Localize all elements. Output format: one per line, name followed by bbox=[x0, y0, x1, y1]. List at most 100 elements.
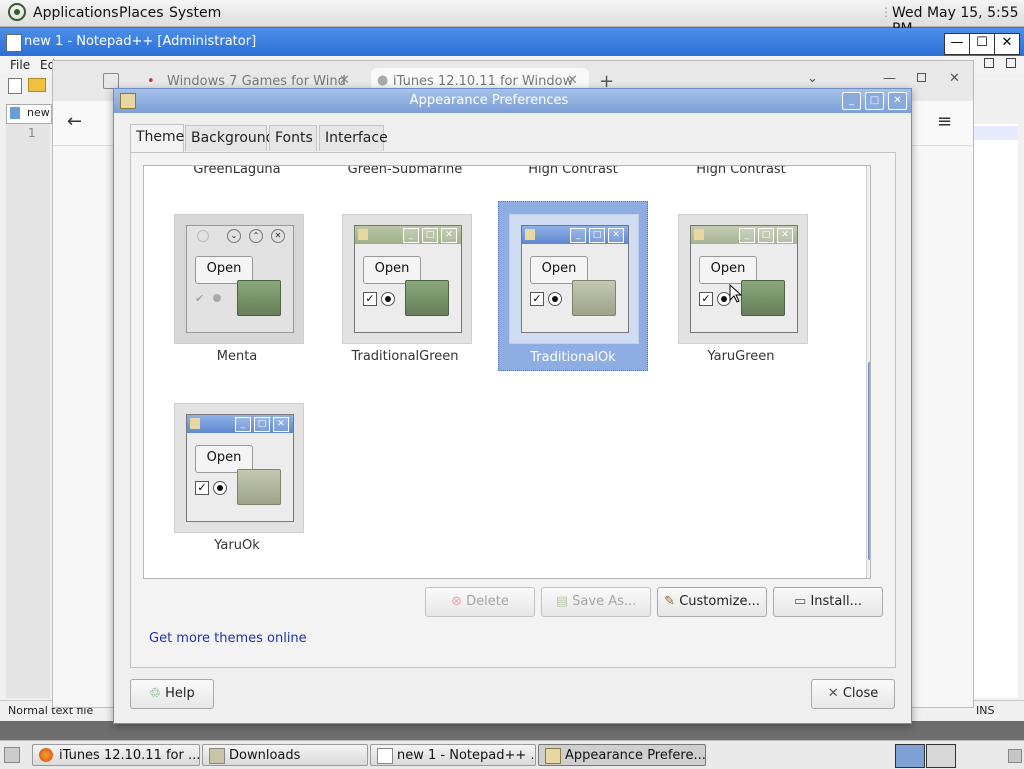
theme-list-scrollbar[interactable]: ▲ ≡ ▼ bbox=[866, 166, 871, 578]
help-icon: ♲ bbox=[149, 686, 161, 701]
folder-icon bbox=[405, 280, 449, 316]
dialog-maximize-button[interactable]: □ bbox=[865, 92, 884, 110]
close-tab-icon[interactable]: ✕ bbox=[567, 73, 578, 88]
scroll-up-icon[interactable]: ▲ bbox=[870, 168, 871, 178]
open-folder-icon[interactable] bbox=[28, 78, 46, 92]
panel-separator-icon: ⋮ bbox=[880, 5, 892, 19]
theme-name-partial[interactable]: High Contrast bbox=[488, 166, 658, 177]
system-menu[interactable]: System bbox=[169, 5, 221, 21]
back-icon[interactable]: ← bbox=[67, 111, 82, 132]
taskbar-item-itunes[interactable]: iTunes 12.10.11 for ... bbox=[32, 744, 200, 766]
preview-titlebar: _ □ ✕ bbox=[187, 415, 293, 433]
theme-name-partial[interactable]: GreenLaguna bbox=[152, 166, 322, 177]
preview-maximize-icon: □ bbox=[254, 417, 270, 432]
tab-dropdown-icon[interactable]: ⌄ bbox=[807, 71, 818, 86]
customize-button[interactable]: ✎ Customize... bbox=[657, 587, 767, 617]
theme-list[interactable]: GreenLaguna Green-Submarine High Contras… bbox=[143, 165, 871, 579]
restore-icon[interactable] bbox=[984, 58, 994, 68]
close-dialog-button[interactable]: ✕ Close bbox=[811, 679, 895, 709]
preview-titlebar: _ □ ✕ bbox=[355, 226, 461, 244]
line-gutter: 1 bbox=[6, 124, 50, 698]
scrollbar-thumb[interactable]: ≡ bbox=[868, 362, 870, 560]
preview-button-icon bbox=[197, 230, 209, 242]
menu-file[interactable]: File bbox=[10, 58, 30, 72]
browser-maximize-icon[interactable] bbox=[917, 73, 926, 82]
taskbar-item-notepad[interactable]: new 1 - Notepad++ ... bbox=[370, 744, 536, 766]
preview-maximize-icon: □ bbox=[422, 228, 438, 243]
theme-thumbnail: _ □ ✕ Open ✓ bbox=[342, 214, 472, 344]
firefox-icon bbox=[39, 748, 53, 762]
close-doc-icon[interactable] bbox=[1006, 58, 1016, 68]
preview-check-icon: ✓ bbox=[363, 292, 377, 306]
dialog-minimize-button[interactable]: _ bbox=[842, 92, 861, 110]
show-desktop-icon[interactable] bbox=[4, 747, 20, 763]
edit-icon: ✎ bbox=[664, 594, 676, 609]
preview-app-icon bbox=[525, 229, 535, 240]
theme-item-yaruok[interactable]: _ □ ✕ Open ✓ YaruOk bbox=[152, 392, 322, 560]
close-button[interactable]: ✕ bbox=[994, 33, 1020, 55]
close-tab-icon[interactable]: ✕ bbox=[339, 73, 350, 88]
browser-close-icon[interactable]: ✕ bbox=[949, 71, 960, 86]
preview-maximize-icon: ⌃ bbox=[249, 229, 263, 243]
workspace-2[interactable] bbox=[926, 744, 956, 768]
notepad-titlebar[interactable]: new 1 - Notepad++ [Administrator] — ☐ ✕ bbox=[0, 28, 1024, 56]
browser-tab-1-label: Windows 7 Games for Wind bbox=[167, 74, 346, 89]
editor-area-right[interactable] bbox=[972, 124, 1018, 698]
preview-titlebar: _ □ ✕ bbox=[522, 226, 628, 244]
save-icon bbox=[10, 107, 20, 119]
delete-button[interactable]: ⊗ Delete bbox=[425, 587, 535, 617]
theme-item-menta[interactable]: ⌄ ⌃ ✕ Open ✔ Menta bbox=[152, 203, 322, 371]
install-button[interactable]: ▭ Install... bbox=[773, 587, 883, 617]
tab-list-icon[interactable] bbox=[103, 73, 119, 89]
maximize-button[interactable]: ☐ bbox=[969, 33, 995, 55]
install-label: Install... bbox=[810, 594, 862, 609]
scroll-down-icon[interactable]: ▼ bbox=[870, 564, 871, 574]
preview-minimize-icon: _ bbox=[739, 228, 755, 243]
tab-interface[interactable]: Interface bbox=[319, 125, 388, 151]
theme-name: YaruGreen bbox=[707, 349, 775, 364]
help-button[interactable]: ♲ Help bbox=[130, 679, 214, 709]
applications-menu[interactable]: Applications bbox=[33, 5, 119, 21]
notepad-toolbar bbox=[8, 76, 48, 94]
workspace-1[interactable] bbox=[895, 744, 925, 768]
preview-check-icon: ✓ bbox=[699, 292, 713, 306]
document-tab-label: new bbox=[27, 106, 50, 119]
browser-minimize-icon[interactable]: — bbox=[883, 71, 896, 86]
theme-item-traditionalok[interactable]: _ □ ✕ Open ✓ TraditionalOk bbox=[498, 201, 648, 371]
close-icon: ✕ bbox=[827, 686, 839, 701]
notepad-app-icon bbox=[6, 34, 22, 52]
theme-name: TraditionalOk bbox=[530, 350, 616, 365]
taskbar-item-appearance[interactable]: Appearance Prefere... bbox=[538, 744, 706, 766]
preview-close-icon: ✕ bbox=[271, 229, 285, 243]
preview-close-icon: ✕ bbox=[273, 417, 289, 432]
new-file-icon[interactable] bbox=[8, 78, 22, 94]
folder-icon bbox=[209, 748, 225, 764]
hamburger-menu-icon[interactable]: ≡ bbox=[937, 111, 952, 132]
theme-name-partial[interactable]: High Contrast bbox=[656, 166, 826, 177]
trash-icon[interactable] bbox=[1008, 749, 1022, 763]
notepad-icon bbox=[377, 748, 393, 764]
get-more-themes-link[interactable]: Get more themes online bbox=[149, 631, 307, 646]
tab-theme[interactable]: Theme bbox=[130, 124, 184, 153]
notepad-title: new 1 - Notepad++ [Administrator] bbox=[24, 34, 257, 49]
minimize-button[interactable]: — bbox=[944, 33, 970, 55]
preview-radio-icon bbox=[548, 292, 562, 306]
theme-name-partial[interactable]: Green-Submarine bbox=[320, 166, 490, 177]
document-tab[interactable]: new bbox=[6, 104, 52, 124]
places-menu[interactable]: Places bbox=[119, 5, 164, 21]
taskbar-item-label: iTunes 12.10.11 for ... bbox=[59, 748, 200, 763]
save-as-button[interactable]: ▤ Save As... bbox=[541, 587, 651, 617]
preview-minimize-icon: _ bbox=[235, 417, 251, 432]
taskbar-item-label: new 1 - Notepad++ ... bbox=[397, 748, 536, 763]
theme-thumbnail: _ □ ✕ Open ✓ bbox=[678, 214, 808, 344]
dialog-close-button[interactable]: ✕ bbox=[888, 92, 907, 110]
dialog-titlebar[interactable]: Appearance Preferences _ □ ✕ bbox=[114, 89, 911, 113]
status-insert-mode: INS bbox=[976, 704, 995, 717]
tab-background[interactable]: Background bbox=[185, 125, 275, 151]
theme-item-traditionalgreen[interactable]: _ □ ✕ Open ✓ TraditionalGreen bbox=[320, 203, 490, 371]
theme-item-yarugreen[interactable]: _ □ ✕ Open ✓ YaruGreen bbox=[656, 203, 826, 371]
distro-logo-icon[interactable] bbox=[8, 3, 26, 21]
tab-fonts[interactable]: Fonts bbox=[269, 125, 317, 151]
save-as-label: Save As... bbox=[572, 594, 637, 609]
taskbar-item-downloads[interactable]: Downloads bbox=[202, 744, 368, 766]
